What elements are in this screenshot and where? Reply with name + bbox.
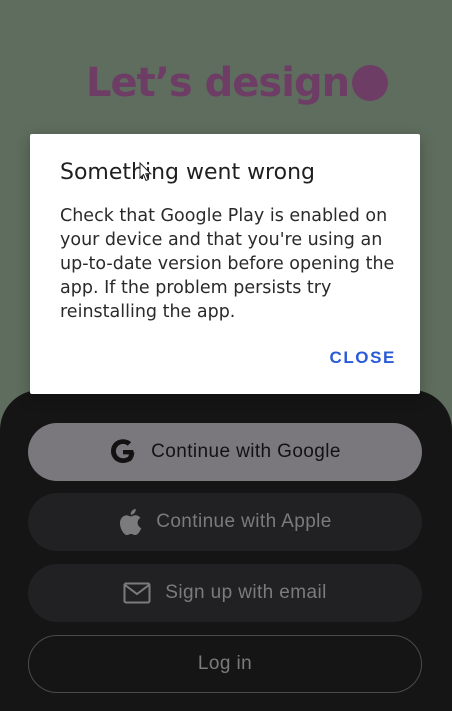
- dialog-title: Something went wrong: [60, 160, 315, 185]
- logo-dot: [352, 65, 389, 101]
- continue-with-google-button[interactable]: Continue with Google: [28, 423, 422, 481]
- dialog-message: Check that Google Play is enabled on you…: [60, 206, 395, 322]
- sign-up-with-email-button[interactable]: Sign up with email: [28, 564, 422, 622]
- continue-with-apple-label: Continue with Apple: [156, 511, 332, 532]
- mail-icon: [123, 582, 151, 604]
- sign-up-with-email-label: Sign up with email: [165, 582, 327, 603]
- app-logo: Let’s design: [86, 58, 389, 108]
- google-icon: [109, 438, 137, 466]
- continue-with-apple-button[interactable]: Continue with Apple: [28, 493, 422, 551]
- cursor-icon: [139, 161, 153, 187]
- log-in-button[interactable]: Log in: [28, 635, 422, 693]
- app-screen: Let’s design Continue with Google Contin…: [0, 0, 452, 711]
- error-dialog: Something went wrong Check that Google P…: [30, 134, 420, 394]
- logo-text: Let’s design: [86, 60, 350, 106]
- close-button[interactable]: CLOSE: [329, 348, 396, 368]
- log-in-label: Log in: [197, 653, 253, 674]
- continue-with-google-label: Continue with Google: [151, 441, 341, 462]
- apple-icon: [118, 508, 142, 536]
